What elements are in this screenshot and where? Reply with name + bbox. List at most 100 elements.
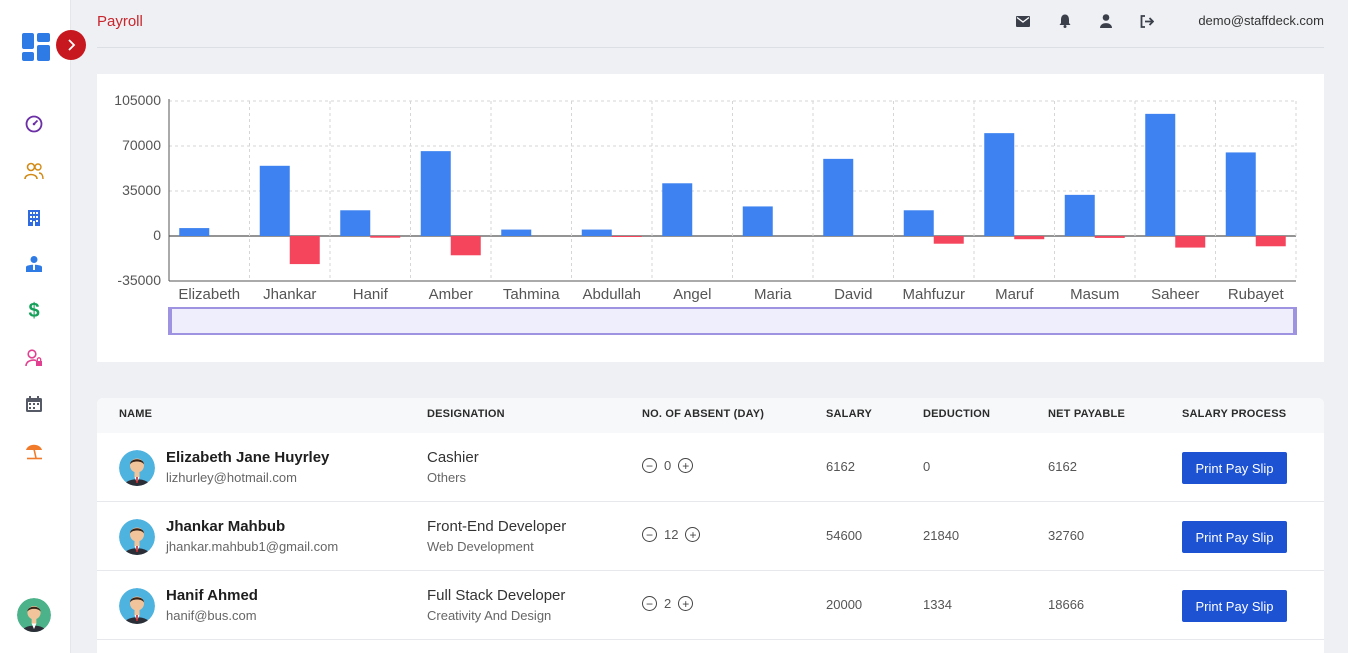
bar	[933, 236, 964, 244]
bar	[1225, 152, 1256, 236]
minus-icon[interactable]: −	[642, 527, 657, 542]
logo-icon	[22, 33, 50, 61]
column-header-net-payable: NET PAYABLE	[1048, 408, 1125, 420]
y-tick-label: 0	[153, 227, 161, 243]
bar	[903, 210, 934, 236]
column-header-salary: SALARY	[826, 408, 873, 420]
plus-icon[interactable]: +	[678, 458, 694, 473]
bar	[742, 206, 773, 236]
x-tick-label: Elizabeth	[178, 286, 240, 303]
y-tick-label: 35000	[122, 182, 161, 198]
payroll-chart: 105000 70000 35000 0 -35000 Elizabeth Jhankar H…	[97, 74, 1324, 362]
net-payable: 32760	[1048, 528, 1085, 543]
bar	[662, 183, 693, 236]
bar	[370, 236, 401, 238]
deduction: 21840	[923, 528, 960, 543]
absent-days: 12	[664, 527, 679, 542]
x-tick-label: Rubayet	[1228, 286, 1285, 303]
beach-icon[interactable]	[22, 439, 46, 463]
avatar	[119, 450, 155, 486]
print-pay-slip-button[interactable]: Print Pay Slip	[1182, 452, 1287, 484]
range-slider	[168, 307, 1297, 335]
column-header-name: NAME	[119, 408, 153, 420]
x-tick-label: Masum	[1070, 286, 1119, 303]
plus-icon[interactable]: +	[678, 596, 694, 611]
employee-name: Elizabeth Jane Huyrley	[166, 449, 330, 466]
employee-name: Jhankar Mahbub	[166, 518, 286, 535]
department: Creativity And Design	[427, 608, 552, 623]
designation: Cashier	[427, 449, 479, 466]
chevron-right-icon[interactable]	[56, 30, 86, 60]
x-tick-label: David	[834, 286, 872, 303]
column-header-designation: DESIGNATION	[427, 408, 505, 420]
print-pay-slip-button[interactable]: Print Pay Slip	[1182, 590, 1287, 622]
bar	[289, 236, 320, 265]
mail-icon[interactable]	[1015, 13, 1031, 29]
column-header-absent: NO. OF ABSENT (DAY)	[642, 408, 765, 420]
bar	[823, 158, 854, 236]
column-header-salary-process: SALARY PROCESS	[1182, 408, 1287, 420]
x-tick-label: Maruf	[995, 286, 1034, 303]
payroll-bar-chart: 105000 70000 35000 0 -35000 Elizabeth Jhankar H…	[114, 92, 1297, 335]
employee-email: lizhurley@hotmail.com	[166, 470, 297, 485]
top-header: Payroll demo@staffdeck.com	[97, 0, 1324, 48]
page-title: Payroll	[97, 13, 143, 30]
bell-icon[interactable]	[1057, 13, 1073, 29]
table-header: NAME DESIGNATION NO. OF ABSENT (DAY) SAL…	[97, 398, 1324, 433]
bar	[581, 229, 612, 236]
bar	[984, 133, 1015, 236]
salary: 6162	[826, 459, 855, 474]
bar	[179, 228, 210, 236]
salary: 54600	[826, 528, 863, 543]
salary: 20000	[826, 597, 863, 612]
dashboard-icon[interactable]	[22, 112, 46, 136]
x-tick-label: Angel	[673, 286, 711, 303]
calendar-icon[interactable]	[22, 392, 46, 416]
bar	[1064, 194, 1095, 236]
net-payable: 18666	[1048, 597, 1085, 612]
table-row: Hanif Ahmed hanif@bus.com Full Stack Dev…	[97, 571, 1324, 640]
absent-days: 2	[664, 596, 672, 611]
table-row: Elizabeth Jane Huyrley lizhurley@hotmail…	[97, 433, 1324, 502]
bar	[1255, 236, 1286, 247]
user-email[interactable]: demo@staffdeck.com	[1198, 13, 1324, 28]
minus-icon[interactable]: −	[642, 458, 657, 473]
deduction: 1334	[923, 597, 952, 612]
x-tick-label: Tahmina	[503, 286, 560, 303]
employee-email: jhankar.mahbub1@gmail.com	[166, 539, 339, 554]
x-tick-label: Hanif	[353, 286, 389, 303]
user-icon[interactable]	[1098, 13, 1114, 29]
absent-days: 0	[664, 458, 672, 473]
bar	[259, 165, 290, 236]
bar	[501, 229, 532, 236]
avatar	[119, 588, 155, 624]
user-lock-icon[interactable]	[22, 346, 46, 370]
x-tick-label: Maria	[754, 286, 792, 303]
payroll-table: NAME DESIGNATION NO. OF ABSENT (DAY) SAL…	[97, 398, 1324, 653]
employee-icon[interactable]	[22, 252, 46, 276]
bar	[611, 236, 642, 237]
y-tick-label: 70000	[122, 137, 161, 153]
bar	[420, 151, 451, 236]
dollar-icon[interactable]: $	[22, 299, 46, 323]
print-pay-slip-button[interactable]: Print Pay Slip	[1182, 521, 1287, 553]
designation: Full Stack Developer	[427, 587, 566, 604]
x-tick-label: Saheer	[1151, 286, 1199, 303]
minus-icon[interactable]: −	[642, 596, 657, 611]
profile-avatar[interactable]	[17, 598, 51, 632]
building-icon[interactable]	[22, 206, 46, 230]
deduction: 0	[923, 459, 931, 474]
x-tick-label: Jhankar	[263, 286, 316, 303]
x-tick-label: Amber	[429, 286, 473, 303]
bar	[1175, 236, 1206, 248]
y-tick-label: 105000	[114, 92, 161, 108]
avatar	[119, 519, 155, 555]
logout-icon[interactable]	[1139, 13, 1155, 29]
range-handle	[168, 308, 172, 334]
absent-stepper: − 2 +	[642, 596, 694, 611]
users-icon[interactable]	[22, 159, 46, 183]
table-row: Jhankar Mahbub jhankar.mahbub1@gmail.com…	[97, 502, 1324, 571]
department: Web Development	[427, 539, 534, 554]
designation: Front-End Developer	[427, 518, 567, 535]
plus-icon[interactable]: +	[685, 527, 701, 542]
